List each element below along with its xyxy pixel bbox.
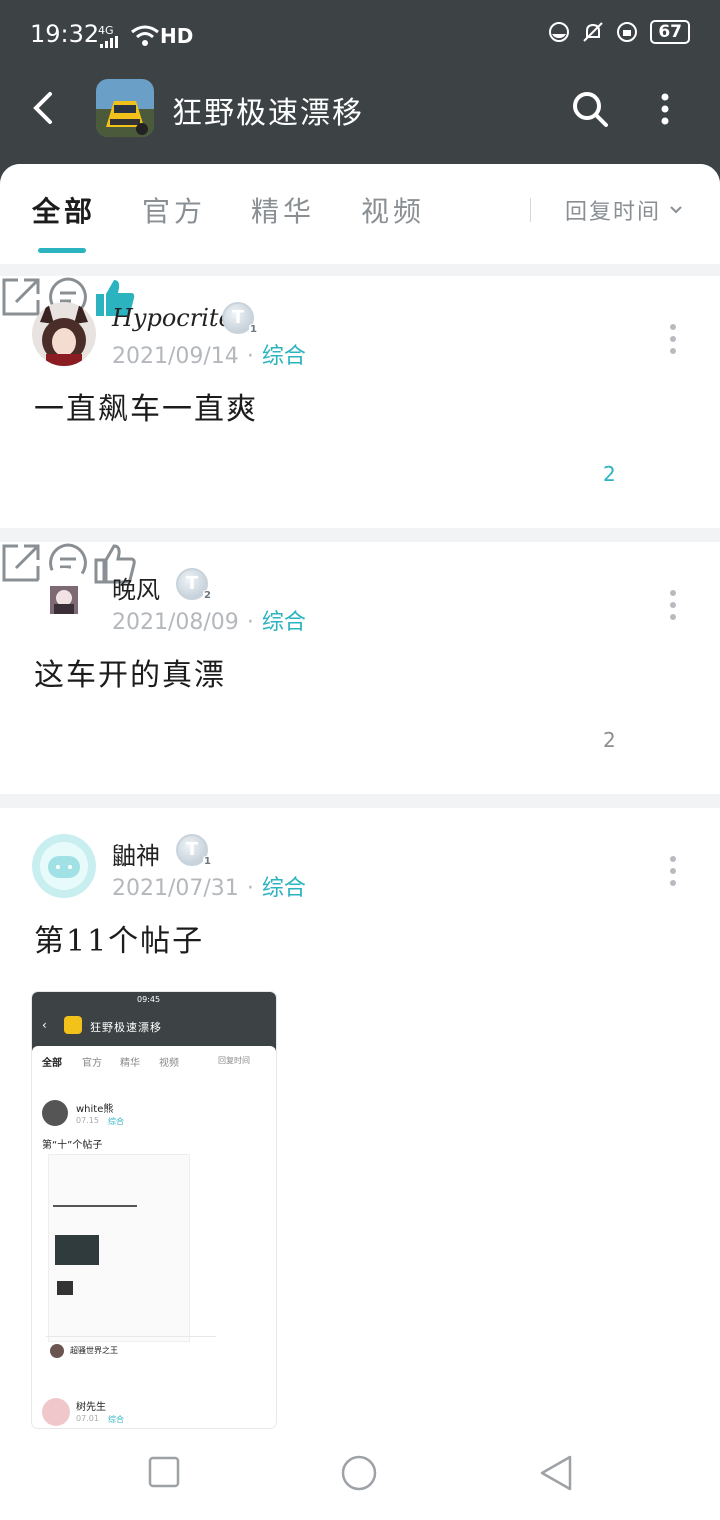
home-circle-icon[interactable]	[340, 1454, 378, 1492]
level-badge-icon: T1	[222, 302, 258, 336]
page-title: 狂野极速漂移	[172, 96, 364, 131]
post-date: 2021/08/09	[112, 610, 239, 635]
avatar[interactable]	[32, 834, 96, 898]
username[interactable]: 晚风	[112, 570, 160, 605]
post-meta: 2021/07/31 · 综合	[112, 876, 306, 901]
username[interactable]: Hypocrite	[112, 304, 233, 332]
post-date: 2021/07/31	[112, 876, 239, 901]
post-meta: 2021/08/09 · 综合	[112, 610, 306, 635]
embedded-divider	[46, 1336, 216, 1337]
status-bar: 19:32 4G HD 67	[0, 0, 720, 72]
embedded-post-text: 第“十”个帖子	[42, 1140, 103, 1151]
search-icon[interactable]	[570, 89, 610, 129]
avatar[interactable]	[32, 302, 96, 366]
embedded-avatar	[42, 1398, 70, 1426]
post-meta: 2021/09/14 · 综合	[112, 344, 306, 369]
embedded-date: 07.15	[76, 1116, 99, 1125]
post-more-icon[interactable]	[670, 590, 676, 626]
embedded-category: 综合	[108, 1117, 124, 1126]
post-text[interactable]: 一直飙车一直爽	[34, 384, 258, 428]
embedded-sort: 回复时间	[218, 1056, 250, 1065]
embedded-username: 树先生	[76, 1402, 106, 1413]
more-vertical-icon[interactable]	[655, 89, 675, 129]
embedded-back-icon: ‹	[42, 1018, 47, 1032]
top-app-bar: 狂野极速漂移	[0, 72, 720, 162]
share-icon[interactable]	[0, 542, 42, 584]
post-category[interactable]: 综合	[262, 610, 306, 635]
wifi-icon	[131, 25, 159, 46]
post-image[interactable]: 09:45 ‹ 狂野极速漂移 全部 官方 精华 视频 回复时间 white熊 0…	[32, 992, 276, 1428]
game-app-icon	[96, 79, 154, 137]
tab-video[interactable]: 视频	[361, 190, 425, 230]
tab-official[interactable]: 官方	[142, 190, 206, 230]
rotation-lock-icon	[617, 22, 638, 42]
back-arrow-icon[interactable]	[28, 88, 58, 128]
post-category[interactable]: 综合	[262, 876, 306, 901]
embedded-nested-image	[48, 1154, 190, 1342]
embedded-username: white熊	[76, 1104, 114, 1115]
embedded-avatar	[50, 1344, 64, 1358]
embedded-category: 综合	[108, 1415, 124, 1424]
embedded-app-icon	[64, 1016, 82, 1034]
embedded-tab: 全部	[42, 1058, 62, 1069]
divider	[530, 198, 531, 222]
battery-indicator: 67	[650, 20, 690, 44]
post-more-icon[interactable]	[670, 856, 676, 892]
system-nav-bar	[0, 1430, 720, 1520]
signal-icon	[100, 36, 118, 48]
like-count: 2	[603, 728, 616, 752]
embedded-username: 超骚世界之王	[70, 1346, 118, 1355]
recents-square-icon[interactable]	[148, 1456, 180, 1488]
like-count: 2	[603, 462, 616, 486]
tab-all[interactable]: 全部	[32, 190, 96, 230]
share-icon[interactable]	[0, 276, 42, 318]
post-card[interactable]: 晚风 T2 2021/08/09 · 综合 这车开的真漂 2	[0, 542, 720, 794]
hd-icon: HD	[160, 24, 194, 48]
post-category[interactable]: 综合	[262, 344, 306, 369]
mute-bell-icon	[583, 22, 604, 42]
embedded-avatar	[42, 1100, 68, 1126]
post-card[interactable]: Hypocrite T1 2021/09/14 · 综合 一直飙车一直爽 2	[0, 276, 720, 528]
back-triangle-icon[interactable]	[538, 1454, 574, 1492]
sort-label: 回复时间	[565, 200, 662, 225]
moon-icon	[549, 22, 570, 42]
embedded-tab: 精华	[120, 1058, 140, 1069]
sort-dropdown[interactable]: 回复时间	[565, 194, 683, 226]
embedded-tab: 视频	[159, 1058, 179, 1069]
content-sheet: 全部 官方 精华 视频 回复时间 Hypocrite T1 2021/09/14…	[0, 164, 720, 1520]
embedded-tab: 官方	[82, 1058, 102, 1069]
embedded-time: 09:45	[137, 995, 161, 1004]
post-text[interactable]: 这车开的真漂	[34, 650, 226, 694]
post-card[interactable]: 鼬神 T1 2021/07/31 · 综合 第11个帖子 09:45 ‹ 狂野极速漂…	[0, 808, 720, 1448]
chevron-down-icon	[670, 206, 682, 214]
tab-featured[interactable]: 精华	[251, 190, 315, 230]
active-tab-indicator	[38, 248, 86, 253]
level-badge-icon: T1	[176, 834, 212, 868]
embedded-title: 狂野极速漂移	[90, 1021, 162, 1034]
level-badge-icon: T2	[176, 568, 212, 602]
post-more-icon[interactable]	[670, 324, 676, 360]
embedded-date: 07.01	[76, 1414, 99, 1423]
post-text[interactable]: 第11个帖子	[34, 916, 204, 960]
filter-tabs: 全部 官方 精华 视频 回复时间	[0, 164, 720, 264]
status-time: 19:32	[30, 20, 100, 48]
post-date: 2021/09/14	[112, 344, 239, 369]
username[interactable]: 鼬神	[112, 836, 160, 871]
avatar[interactable]	[32, 568, 96, 632]
